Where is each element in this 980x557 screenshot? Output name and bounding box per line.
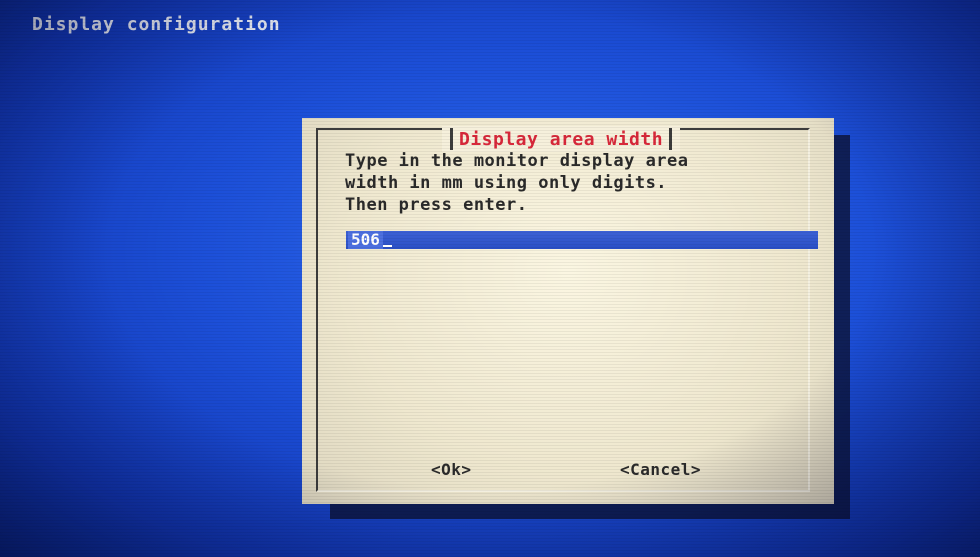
dialog-prompt: Type in the monitor display area width i… — [345, 151, 689, 215]
input-dialog: Display area width Type in the monitor d… — [302, 118, 834, 504]
dialog-frame: Display area width Type in the monitor d… — [316, 126, 818, 492]
backtitle: Display configuration — [32, 14, 281, 35]
cancel-button[interactable]: <Cancel> — [620, 460, 701, 479]
ok-button[interactable]: <Ok> — [431, 460, 472, 479]
title-left-bracket — [450, 128, 453, 150]
input-value: 506 — [348, 231, 383, 249]
tui-screen: Display configuration Display area width… — [0, 0, 980, 557]
dialog-title-bar: Display area width — [442, 126, 681, 152]
width-input[interactable]: 506 — [346, 231, 818, 249]
dialog-title: Display area width — [459, 128, 664, 150]
text-cursor — [382, 245, 392, 247]
title-right-bracket — [669, 128, 673, 150]
